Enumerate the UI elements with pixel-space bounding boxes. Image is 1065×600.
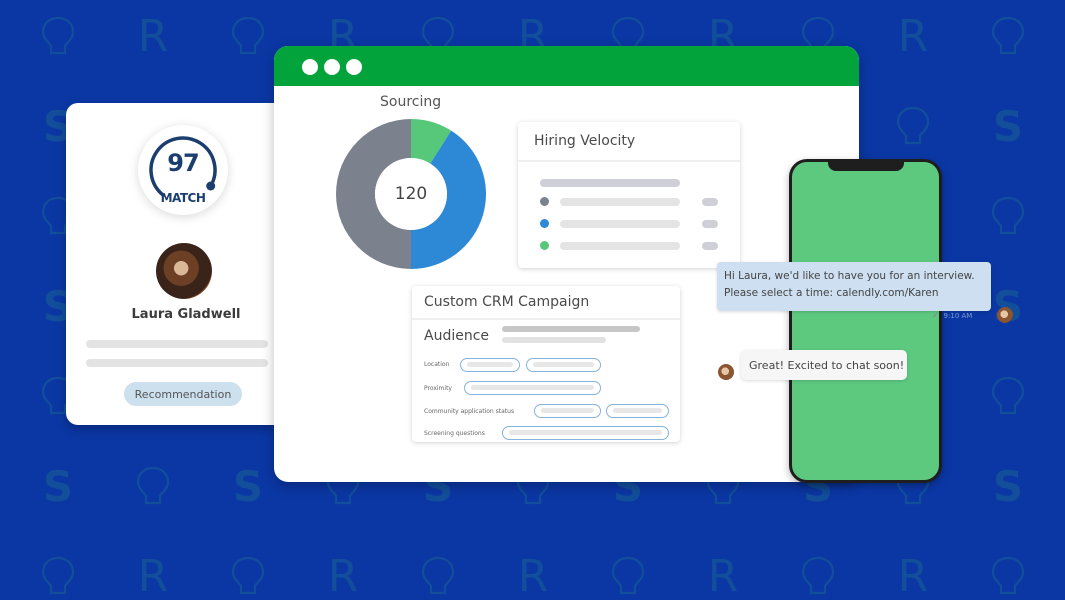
lightbulb-icon [988, 12, 1028, 60]
pattern-letter-r: R [327, 550, 359, 600]
crm-campaign-panel: Custom CRM Campaign Audience Location Pr… [412, 286, 680, 442]
outgoing-message: Hi Laura, we'd like to have you for an i… [717, 262, 991, 311]
lightbulb-icon [988, 192, 1028, 240]
sender-avatar [997, 307, 1013, 323]
pattern-letter-r: R [137, 550, 169, 600]
placeholder-bar [502, 337, 606, 343]
check-icon: ✓ [932, 311, 940, 321]
lightbulb-icon [38, 12, 78, 60]
pattern-letter-r: R [897, 10, 929, 62]
legend-dot-icon [540, 219, 549, 228]
placeholder-line [86, 359, 268, 367]
location-input[interactable] [526, 358, 601, 372]
field-label-proximity: Proximity [424, 385, 452, 392]
legend-dot-icon [540, 197, 549, 206]
window-dot-icon[interactable] [346, 59, 362, 75]
lightbulb-icon [798, 552, 838, 600]
candidate-avatar[interactable] [156, 243, 212, 299]
phone-notch [828, 161, 904, 171]
location-input[interactable] [460, 358, 520, 372]
hiring-velocity-panel: Hiring Velocity [518, 122, 740, 268]
candidate-chat-avatar [718, 364, 734, 380]
candidate-card: 97 MATCH Laura Gladwell Recommendation [66, 103, 306, 425]
window-dot-icon[interactable] [324, 59, 340, 75]
phone-mockup [789, 159, 942, 483]
window-titlebar [274, 46, 859, 86]
match-label: MATCH [160, 191, 206, 205]
lightbulb-icon [418, 552, 458, 600]
pattern-letter-s: S [992, 461, 1024, 511]
audience-heading: Audience [424, 328, 490, 344]
lightbulb-icon [893, 102, 933, 150]
pattern-letter-s: S [992, 101, 1024, 151]
placeholder-bar [540, 179, 680, 187]
pattern-letter-s: S [232, 461, 264, 511]
lightbulb-icon [988, 552, 1028, 600]
outgoing-message-line: Please select a time: calendly.com/Karen [724, 287, 939, 299]
recommendation-button[interactable]: Recommendation [124, 382, 242, 406]
placeholder-value [702, 198, 718, 206]
hiring-velocity-title: Hiring Velocity [518, 122, 740, 162]
pattern-letter-r: R [137, 10, 169, 62]
incoming-message: Great! Excited to chat soon! [741, 350, 907, 380]
placeholder-value [702, 242, 718, 250]
lightbulb-icon [988, 372, 1028, 420]
match-score-badge: 97 MATCH [138, 125, 228, 215]
placeholder-bar [560, 198, 680, 206]
lightbulb-icon [608, 552, 648, 600]
placeholder-bar [560, 220, 680, 228]
application-status-input[interactable] [606, 404, 669, 418]
match-score: 97 [167, 149, 199, 177]
proximity-input[interactable] [464, 381, 601, 395]
outgoing-message-line: Hi Laura, we'd like to have you for an i… [724, 270, 975, 282]
lightbulb-icon [228, 12, 268, 60]
pattern-letter-r: R [517, 550, 549, 600]
field-label-location: Location [424, 361, 450, 368]
placeholder-value [702, 220, 718, 228]
pattern-letter-r: R [707, 550, 739, 600]
sourcing-center-value: 120 [394, 184, 428, 204]
field-label-application-status: Community application status [424, 408, 515, 415]
legend-dot-icon [540, 241, 549, 250]
lightbulb-icon [38, 552, 78, 600]
pattern-letter-s: S [992, 281, 1024, 331]
pattern-letter-r: R [897, 550, 929, 600]
placeholder-line [86, 340, 268, 348]
placeholder-bar [502, 326, 640, 332]
lightbulb-icon [133, 462, 173, 510]
crm-campaign-title: Custom CRM Campaign [412, 286, 680, 320]
window-dot-icon[interactable] [302, 59, 318, 75]
message-meta: ✓ 9:10 AM [932, 311, 972, 321]
lightbulb-icon [228, 552, 268, 600]
screening-questions-input[interactable] [502, 426, 669, 440]
pattern-letter-s: S [42, 461, 74, 511]
candidate-name: Laura Gladwell [131, 307, 241, 322]
application-status-input[interactable] [534, 404, 601, 418]
message-timestamp: 9:10 AM [943, 312, 973, 320]
field-label-screening-questions: Screening questions [424, 430, 485, 437]
placeholder-bar [560, 242, 680, 250]
sourcing-title: Sourcing [380, 94, 442, 110]
